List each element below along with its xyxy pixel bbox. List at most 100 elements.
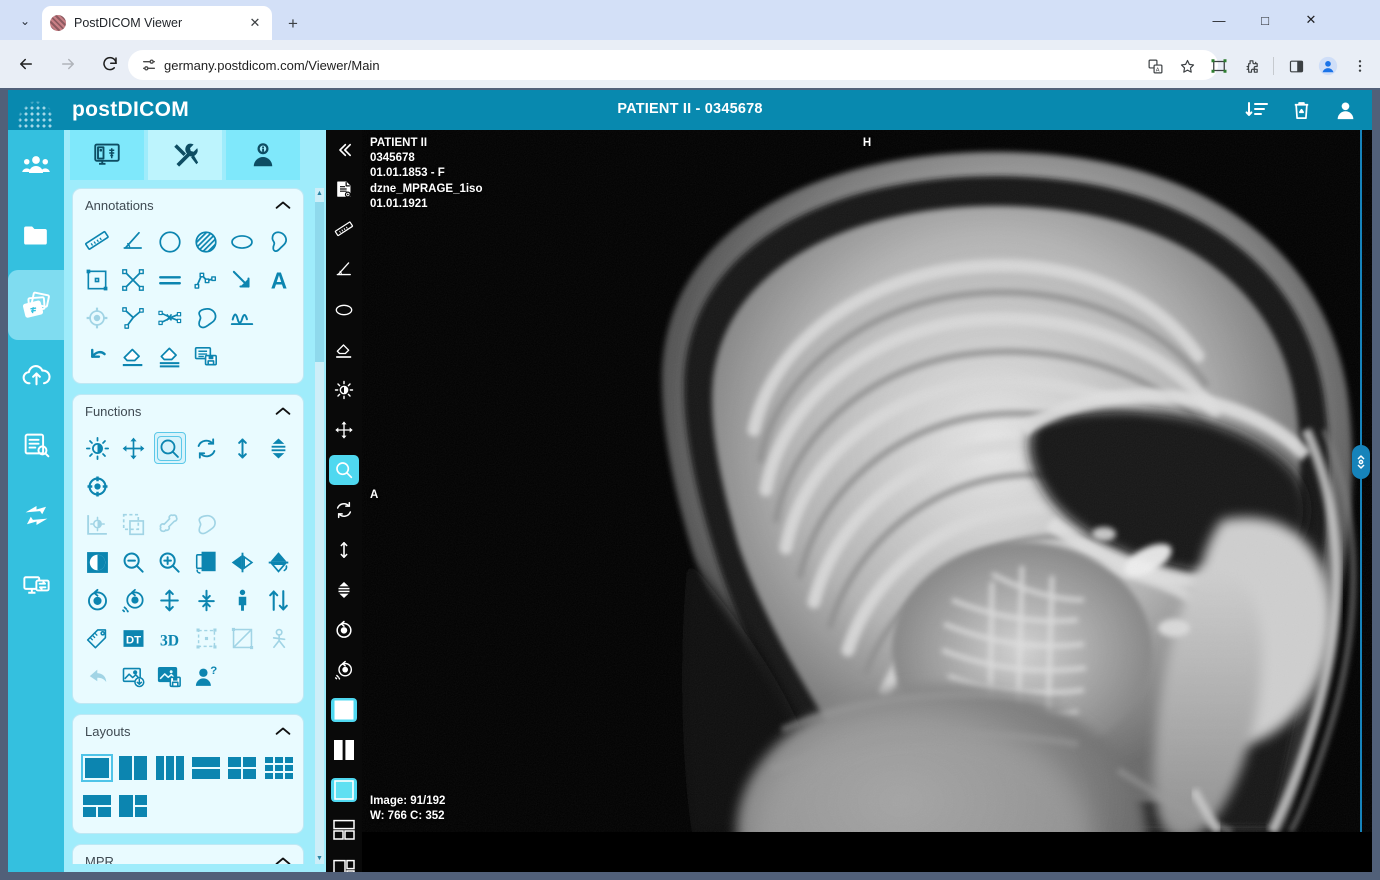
scroll-up-arrow-icon[interactable]: ▲ (316, 190, 323, 197)
export-image-icon[interactable] (115, 657, 151, 695)
parallel-lines-icon[interactable] (152, 261, 188, 299)
layout-2x2[interactable] (224, 749, 260, 787)
zoom-out-icon[interactable] (115, 543, 151, 581)
sidebar-item-cloud-upload[interactable] (8, 340, 64, 410)
layout-left-big[interactable] (115, 787, 151, 825)
dt-dicom-tags-icon[interactable]: DT (115, 619, 151, 657)
zoom-magnifier-icon[interactable] (326, 450, 362, 490)
arrow-annotation-icon[interactable] (224, 261, 260, 299)
closed-freehand-icon[interactable] (188, 299, 224, 337)
chevron-up-icon[interactable] (275, 406, 291, 416)
angle-icon[interactable] (115, 223, 151, 261)
polyline-icon[interactable] (188, 261, 224, 299)
collapse-panel-icon[interactable] (326, 130, 362, 170)
undo-annotation-icon[interactable] (79, 337, 115, 375)
roi-window-level-icon[interactable] (79, 505, 115, 543)
tool-panel-scrollbar[interactable]: ▲ ▼ (315, 188, 324, 864)
cross-measure-icon[interactable] (115, 261, 151, 299)
profile-avatar-icon[interactable] (1314, 52, 1342, 80)
cobb-angle-icon[interactable] (115, 299, 151, 337)
pan-move-icon[interactable] (326, 410, 362, 450)
side-panel-icon[interactable] (1282, 52, 1310, 80)
freehand-cut-icon[interactable] (188, 505, 224, 543)
zoom-in-icon[interactable] (152, 543, 188, 581)
screen-capture-icon[interactable] (1205, 52, 1233, 80)
viewer-tab[interactable] (70, 130, 144, 180)
trash-recycle-icon[interactable] (1286, 95, 1316, 125)
hatched-circle-roi-icon[interactable] (188, 223, 224, 261)
sidebar-item-studies[interactable] (8, 270, 64, 340)
magnify-region-icon[interactable] (188, 543, 224, 581)
fit-height-icon[interactable] (152, 581, 188, 619)
star-icon[interactable] (1173, 52, 1201, 80)
image-viewport[interactable]: PATIENT II 0345678 01.01.1853 - F dzne_M… (362, 130, 1372, 872)
tab-close-icon[interactable]: ✕ (246, 14, 264, 32)
user-account-icon[interactable] (1330, 95, 1360, 125)
extensions-puzzle-icon[interactable] (1237, 52, 1265, 80)
sidebar-item-folders[interactable] (8, 200, 64, 270)
erase-one-icon[interactable] (115, 337, 151, 375)
rectangle-roi-icon[interactable] (79, 261, 115, 299)
spine-angle-icon[interactable] (152, 299, 188, 337)
fit-width-icon[interactable] (188, 581, 224, 619)
invert-contrast-icon[interactable] (79, 543, 115, 581)
key-image-icon[interactable] (261, 619, 297, 657)
tags-metadata-icon[interactable] (79, 619, 115, 657)
scroll-stack-icon[interactable] (224, 429, 260, 467)
text-annotation-icon[interactable]: A (261, 261, 297, 299)
reset-rotate-icon[interactable] (188, 429, 224, 467)
window-close-button[interactable]: ✕ (1288, 0, 1334, 40)
rotate-left-icon[interactable] (79, 581, 115, 619)
document-report-icon[interactable] (326, 170, 362, 210)
scroll-stack-icon[interactable] (326, 530, 362, 570)
mpr-card-header[interactable]: MPR (73, 845, 303, 864)
layout-1-over-2[interactable] (326, 810, 362, 850)
true-size-icon[interactable] (224, 581, 260, 619)
tool-panel-scroll-area[interactable]: Annotations (72, 188, 318, 864)
ellipse-roi-icon[interactable] (326, 290, 362, 330)
tools-tab[interactable] (148, 130, 222, 180)
sort-order-icon[interactable] (261, 581, 297, 619)
window-minimize-button[interactable]: — (1196, 0, 1242, 40)
annotations-card-header[interactable]: Annotations (73, 189, 303, 221)
window-level-icon[interactable] (326, 370, 362, 410)
browser-tab[interactable]: PostDICOM Viewer ✕ (42, 6, 272, 40)
pan-move-icon[interactable] (115, 429, 151, 467)
circle-roi-icon[interactable] (152, 223, 188, 261)
layout-left-big[interactable] (326, 850, 362, 872)
erase-all-icon[interactable] (152, 337, 188, 375)
functions-card-header[interactable]: Functions (73, 395, 303, 427)
layout-1x1[interactable] (326, 690, 362, 730)
site-settings-icon[interactable] (138, 54, 160, 76)
save-annotation-icon[interactable] (188, 337, 224, 375)
rotate-left-icon[interactable] (326, 610, 362, 650)
back-arrow-icon[interactable] (10, 48, 42, 80)
mri-canvas[interactable]: PATIENT II 0345678 01.01.1853 - F dzne_M… (362, 130, 1372, 832)
eraser-icon[interactable] (326, 330, 362, 370)
updown-scroll-handle-icon[interactable] (1352, 445, 1370, 479)
target-point-icon[interactable] (79, 299, 115, 337)
scrollbar-thumb[interactable] (315, 202, 324, 362)
window-maximize-button[interactable]: □ (1242, 0, 1288, 40)
layout-3x3[interactable] (261, 749, 297, 787)
angle-icon[interactable] (326, 250, 362, 290)
shutter-icon[interactable] (224, 619, 260, 657)
new-tab-button[interactable]: + (281, 12, 305, 36)
layouts-card-header[interactable]: Layouts (73, 715, 303, 747)
sidebar-item-reports[interactable] (8, 410, 64, 480)
window-level-icon[interactable] (79, 429, 115, 467)
flip-vertical-icon[interactable] (261, 543, 297, 581)
3d-volume-icon[interactable]: 3D (152, 619, 188, 657)
series-scroll-track[interactable] (1360, 130, 1362, 832)
chevron-up-icon[interactable] (275, 200, 291, 210)
scroll-down-arrow-icon[interactable]: ▼ (316, 855, 323, 862)
ruler-length-icon[interactable] (79, 223, 115, 261)
patient-query-icon[interactable]: ? (188, 657, 224, 695)
layout-1x2[interactable] (326, 730, 362, 770)
bone-tool-icon[interactable] (152, 505, 188, 543)
sidebar-item-remote-screens[interactable] (8, 550, 64, 620)
profile-curve-icon[interactable] (224, 299, 260, 337)
save-image-icon[interactable] (152, 657, 188, 695)
zoom-magnifier-icon[interactable] (152, 429, 188, 467)
layout-single-filled[interactable] (326, 770, 362, 810)
